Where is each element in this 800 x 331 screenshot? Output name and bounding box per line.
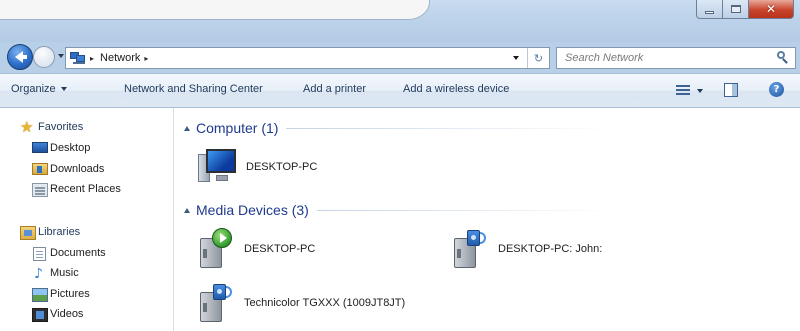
item-label: DESKTOP-PC: John:: [498, 243, 603, 255]
back-button[interactable]: [7, 44, 33, 70]
nav-item-documents[interactable]: Documents: [50, 247, 106, 259]
recent-pages-dropdown[interactable]: [58, 54, 64, 58]
minimize-icon: [705, 10, 714, 14]
change-view-icon[interactable]: [676, 84, 690, 97]
network-item-technicolor[interactable]: Technicolor TGXXX (1009JT8JT): [196, 282, 405, 324]
breadcrumb-network[interactable]: Network: [100, 52, 140, 64]
address-history-dropdown[interactable]: [513, 56, 519, 60]
pictures-icon: [32, 288, 48, 302]
add-wireless-device-button[interactable]: Add a wireless device: [403, 83, 509, 95]
network-item-media-renderer[interactable]: DESKTOP-PC: John:: [450, 228, 602, 270]
collapse-icon: [184, 125, 190, 131]
group-divider: [286, 127, 614, 129]
forward-button[interactable]: [33, 46, 55, 68]
media-player-icon: [196, 228, 236, 270]
maximize-icon: [730, 5, 741, 13]
preview-pane-icon[interactable]: [724, 83, 738, 97]
media-renderer-icon: [196, 282, 236, 324]
nav-item-pictures[interactable]: Pictures: [50, 288, 90, 300]
recent-places-icon: [32, 183, 48, 197]
group-label-media-devices: Media Devices (3): [196, 202, 309, 218]
favorites-star-icon: ★: [20, 118, 34, 136]
nav-item-recent-places[interactable]: Recent Places: [50, 183, 121, 195]
desktop-icon: [32, 142, 48, 153]
close-button[interactable]: ✕: [749, 0, 794, 19]
videos-icon: [32, 308, 48, 322]
address-bar[interactable]: ▸ Network ▸ ↻: [65, 47, 550, 69]
command-bar: Organize Network and Sharing Center Add …: [0, 73, 800, 108]
network-sharing-center-button[interactable]: Network and Sharing Center: [124, 83, 263, 95]
close-icon: ✕: [765, 2, 777, 16]
back-arrow-icon: [15, 51, 27, 63]
address-row: ▸ Network ▸ ↻: [0, 42, 800, 73]
nav-favorites[interactable]: Favorites: [38, 121, 83, 133]
organize-button[interactable]: Organize: [11, 83, 67, 95]
minimize-button[interactable]: [696, 0, 723, 19]
breadcrumb-separator-icon[interactable]: ▸: [144, 54, 148, 63]
breadcrumb-separator-icon[interactable]: ▸: [90, 54, 94, 63]
music-icon: ♪: [34, 266, 43, 282]
media-renderer-icon: [450, 228, 490, 270]
group-header-media-devices[interactable]: Media Devices (3): [184, 202, 614, 218]
help-icon[interactable]: ?: [769, 82, 784, 97]
group-header-computer[interactable]: Computer (1): [184, 120, 614, 136]
refresh-button[interactable]: ↻: [527, 48, 549, 68]
refresh-icon: ↻: [533, 52, 544, 65]
collapse-icon: [184, 207, 190, 213]
search-icon[interactable]: [774, 49, 792, 67]
nav-libraries[interactable]: Libraries: [38, 226, 80, 238]
libraries-icon: [20, 226, 36, 240]
network-icon: [70, 51, 86, 65]
nav-item-desktop[interactable]: Desktop: [50, 142, 90, 154]
content-pane: Computer (1) DESKTOP-PC Media Devices (3…: [174, 108, 800, 331]
window-controls: ✕: [696, 0, 794, 19]
maximize-button[interactable]: [723, 0, 749, 19]
title-bar-tab: [0, 0, 430, 20]
network-item-media-player[interactable]: DESKTOP-PC: [196, 228, 315, 270]
documents-icon: [33, 247, 46, 261]
computer-icon: [198, 148, 240, 186]
network-item-computer[interactable]: DESKTOP-PC: [198, 148, 317, 186]
item-label: DESKTOP-PC: [244, 243, 316, 255]
organize-label: Organize: [11, 83, 56, 95]
search-box[interactable]: [556, 47, 796, 69]
title-bar: ✕: [0, 0, 800, 42]
nav-item-music[interactable]: Music: [50, 267, 79, 279]
nav-item-downloads[interactable]: Downloads: [50, 163, 104, 175]
navigation-pane: ★ Favorites Desktop Downloads Recent Pla…: [0, 108, 174, 331]
group-divider: [316, 209, 614, 211]
downloads-icon: [32, 163, 48, 175]
chevron-down-icon: [60, 87, 67, 91]
nav-item-videos[interactable]: Videos: [50, 308, 83, 320]
item-label: DESKTOP-PC: [246, 161, 318, 173]
views-dropdown[interactable]: [697, 89, 703, 93]
item-label: Technicolor TGXXX (1009JT8JT): [244, 297, 406, 309]
add-printer-button[interactable]: Add a printer: [303, 83, 366, 95]
group-label-computer: Computer (1): [196, 120, 279, 136]
search-input[interactable]: [557, 49, 774, 67]
